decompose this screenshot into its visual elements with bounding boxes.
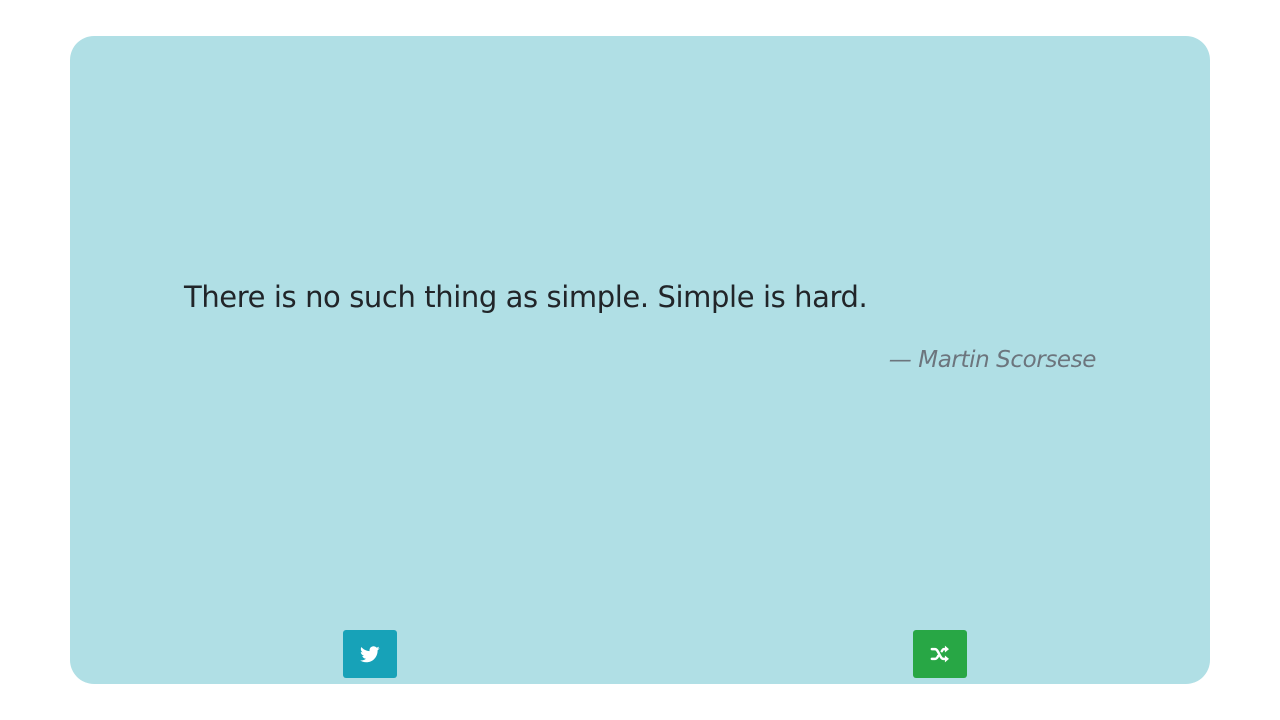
quote-author: — Martin Scorsese	[888, 347, 1097, 373]
tweet-quote-button[interactable]	[343, 630, 397, 678]
twitter-icon	[360, 645, 380, 663]
quote-card: There is no such thing as simple. Simple…	[70, 36, 1210, 684]
quote-text: There is no such thing as simple. Simple…	[184, 280, 868, 314]
shuffle-icon	[930, 645, 950, 663]
new-quote-button[interactable]	[913, 630, 967, 678]
